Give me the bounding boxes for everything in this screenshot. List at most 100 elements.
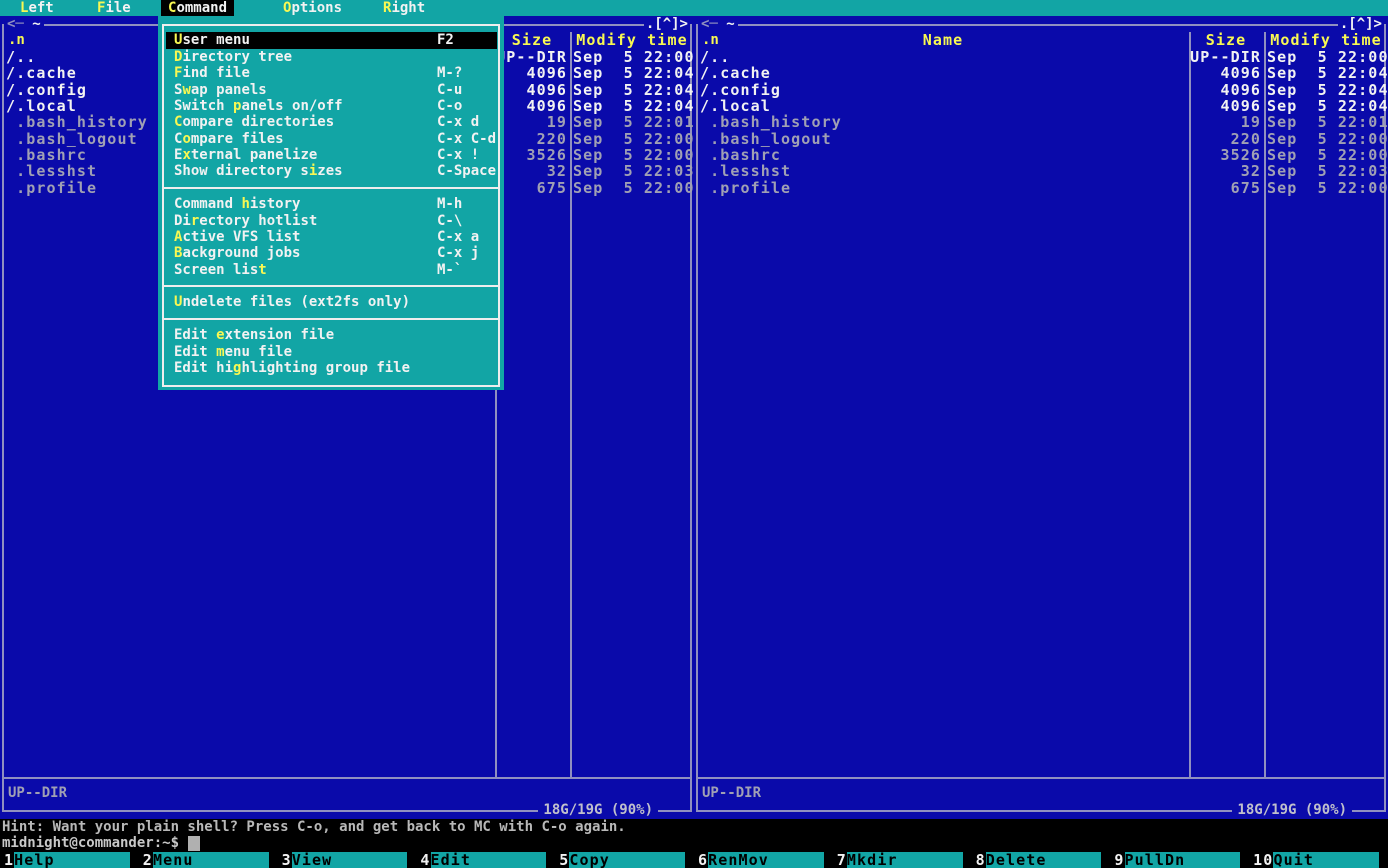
menu-item-find-file[interactable]: Find fileM-? (166, 65, 497, 81)
fkey-7-mkdir[interactable]: 7Mkdir (833, 852, 972, 868)
menu-item-edit-extension-file[interactable]: Edit extension file (166, 327, 497, 343)
menubar-item-label: ommand (176, 0, 227, 16)
menu-item-edit-menu-file[interactable]: Edit menu file (166, 344, 497, 360)
menu-item-background-jobs[interactable]: Background jobsC-x j (166, 245, 497, 261)
menubar-item-label: ight (391, 0, 425, 16)
fkey-number: 4 (416, 852, 430, 868)
menu-item-text: ctive VFS list (182, 229, 300, 245)
column-header-size[interactable]: Size (497, 32, 567, 49)
fkey-10-quit[interactable]: 10Quit (1249, 852, 1388, 868)
menu-item-shortcut: C-x d (437, 114, 479, 130)
file-row-bashrc[interactable]: .bashrc3526Sep 5 22:00 (694, 147, 1388, 163)
fkey-8-delete[interactable]: 8Delete (972, 852, 1111, 868)
panel-up-button[interactable]: .[^]> (1338, 16, 1384, 33)
menu-item-directory-hotlist[interactable]: Directory hotlistC-\ (166, 213, 497, 229)
fkey-6-renmov[interactable]: 6RenMov (694, 852, 833, 868)
fkey-number: 10 (1249, 852, 1273, 868)
fkey-label: Help (14, 852, 130, 868)
cursor-block (188, 836, 200, 851)
menu-item-hotkey-letter: m (216, 344, 224, 360)
menu-item-swap-panels[interactable]: Swap panelsC-u (166, 82, 497, 98)
menu-item-user-menu[interactable]: User menuF2 (166, 32, 497, 48)
fkey-1-help[interactable]: 1Help (0, 852, 139, 868)
menu-item-external-panelize[interactable]: External panelizeC-x ! (166, 147, 497, 163)
menu-item-edit-highlighting-group-file[interactable]: Edit highlighting group file (166, 360, 497, 376)
column-header-size[interactable]: Size (1191, 32, 1261, 49)
menu-item-text: ap panels (191, 82, 267, 98)
panel-path[interactable]: <─ ~ (4, 16, 44, 33)
menu-item-text: Edit (174, 327, 216, 343)
menu-item-hotkey-letter: t (258, 262, 266, 278)
menu-item-label: Edit highlighting group file (174, 360, 410, 376)
menubar-item-file[interactable]: File (90, 0, 138, 17)
disk-usage: 18G/19G (90%) (1232, 802, 1352, 819)
file-row-cache[interactable]: /.cache4096Sep 5 22:04 (694, 65, 1388, 81)
menubar-item-right[interactable]: Right (376, 0, 432, 17)
panel-border-arrow: <─ (7, 16, 32, 32)
file-row-[interactable]: /..UP--DIRSep 5 22:00 (694, 49, 1388, 65)
ministatus-separator (696, 777, 1385, 779)
menu-item-directory-tree[interactable]: Directory tree (166, 49, 497, 65)
menubar-item-options[interactable]: Options (276, 0, 349, 17)
file-row-config[interactable]: /.config4096Sep 5 22:04 (694, 82, 1388, 98)
file-row-profile[interactable]: .profile675Sep 5 22:00 (694, 180, 1388, 196)
file-mtime: Sep 5 22:03 (573, 163, 691, 179)
menubar-item-label: eft (28, 0, 53, 16)
file-size: 675 (495, 180, 567, 196)
menu-item-text: ectory hotlist (199, 213, 317, 229)
file-row-local[interactable]: /.local4096Sep 5 22:04 (694, 98, 1388, 114)
fkey-label: View (292, 852, 408, 868)
file-size: 19 (1189, 114, 1261, 130)
menubar-item-left[interactable]: Left (13, 0, 61, 17)
menubar-item-command[interactable]: Command (161, 0, 234, 17)
column-header-name[interactable]: Name (700, 32, 1186, 49)
menu-item-label: Compare files (174, 131, 284, 147)
menu-item-text: Command (174, 196, 241, 212)
menu-item-text: anels on/off (241, 98, 342, 114)
menu-item-undelete-files-ext2fs-only[interactable]: Undelete files (ext2fs only) (166, 294, 497, 310)
panel-path[interactable]: <─ ~ (698, 16, 738, 33)
menu-item-switch-panels-on-off[interactable]: Switch panels on/offC-o (166, 98, 497, 114)
menu-item-label: Undelete files (ext2fs only) (174, 294, 410, 310)
file-size: 4096 (495, 65, 567, 81)
menu-separator (164, 187, 498, 189)
menu-item-label: Background jobs (174, 245, 300, 261)
fkey-label: Mkdir (847, 852, 963, 868)
menu-item-screen-list[interactable]: Screen listM-` (166, 262, 497, 278)
menu-item-label: Directory hotlist (174, 213, 317, 229)
menu-item-text: ompare directories (182, 114, 334, 130)
menu-item-compare-files[interactable]: Compare files C-x C-d (166, 131, 497, 147)
menu-item-active-vfs-list[interactable]: Active VFS listC-x a (166, 229, 497, 245)
menubar-item-label: ptions (291, 0, 342, 16)
file-size: 4096 (1189, 98, 1261, 114)
file-row-bash-history[interactable]: .bash_history19Sep 5 22:01 (694, 114, 1388, 130)
fkey-5-copy[interactable]: 5Copy (555, 852, 694, 868)
file-mtime: Sep 5 22:00 (1267, 131, 1385, 147)
fkey-3-view[interactable]: 3View (278, 852, 417, 868)
column-header-mtime[interactable]: Modify time (573, 32, 691, 49)
file-row-bash-logout[interactable]: .bash_logout220Sep 5 22:00 (694, 131, 1388, 147)
file-name: /.config (700, 82, 1186, 98)
shell-prompt-line[interactable]: midnight@commander:~$ (2, 835, 200, 852)
file-name: /.local (700, 98, 1186, 114)
file-row-lesshst[interactable]: .lesshst32Sep 5 22:03 (694, 163, 1388, 179)
fkey-4-edit[interactable]: 4Edit (416, 852, 555, 868)
menu-item-shortcut: C-x ! (437, 147, 479, 163)
menu-item-compare-directories[interactable]: Compare directoriesC-x d (166, 114, 497, 130)
file-name: .bash_history (700, 114, 1186, 130)
file-size: UP--DIR (1189, 49, 1261, 65)
menu-item-show-directory-sizes[interactable]: Show directory sizesC-Space (166, 163, 497, 179)
column-header-mtime[interactable]: Modify time (1267, 32, 1385, 49)
file-size: 220 (495, 131, 567, 147)
menu-item-label: Swap panels (174, 82, 267, 98)
menu-item-text: Switch (174, 98, 233, 114)
fkey-9-pulldn[interactable]: 9PullDn (1110, 852, 1249, 868)
file-mtime: Sep 5 22:00 (573, 180, 691, 196)
file-size: 4096 (1189, 65, 1261, 81)
panel-up-button[interactable]: .[^]> (644, 16, 690, 33)
menu-item-command-history[interactable]: Command historyM-h (166, 196, 497, 212)
fkey-2-menu[interactable]: 2Menu (139, 852, 278, 868)
menu-item-shortcut: C-x C-d (437, 131, 496, 147)
file-size: 675 (1189, 180, 1261, 196)
panel-border-arrow: <─ (701, 16, 726, 32)
